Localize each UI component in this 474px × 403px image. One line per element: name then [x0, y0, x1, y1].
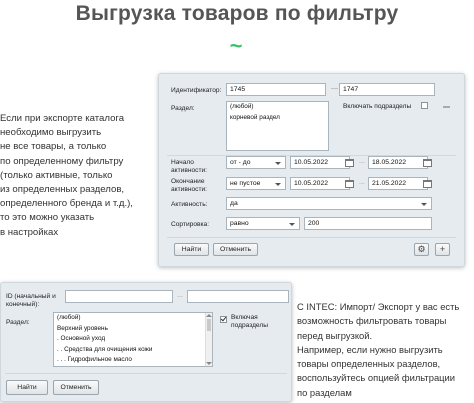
- cancel-button[interactable]: Отменить: [53, 380, 99, 395]
- include-subsections-label: Включая подразделы: [231, 314, 268, 329]
- find-button[interactable]: Найти: [174, 243, 209, 256]
- range-dash: —: [331, 85, 338, 92]
- sort-value-input[interactable]: 200: [304, 217, 432, 230]
- section-option[interactable]: Верхний уровень: [54, 324, 212, 335]
- section-label: Раздел:: [6, 319, 30, 326]
- start-from-input[interactable]: 10.05.2022: [290, 156, 350, 169]
- divider: [5, 373, 287, 374]
- range-dash: ...: [359, 179, 365, 186]
- page-heading: Выгрузка товаров по фильтру: [75, 2, 399, 25]
- right-description: С INTEC: Импорт/ Экспорт у вас есть возм…: [297, 301, 460, 398]
- cancel-button[interactable]: Отменить: [213, 243, 258, 256]
- range-dash: ...: [359, 158, 365, 165]
- sort-operator-select[interactable]: равно: [226, 217, 300, 230]
- listbox-scrollbar[interactable]: [205, 313, 212, 366]
- filter-panel: Идентификатор: 1745 — 1747 Раздел: (любо…: [158, 73, 465, 267]
- id-label: Идентификатор:: [171, 87, 222, 94]
- section-listbox[interactable]: (любой) Верхний уровень . Основной уход …: [53, 312, 213, 367]
- end-from-input[interactable]: 10.05.2022: [290, 177, 350, 190]
- scroll-down-icon[interactable]: [206, 362, 212, 365]
- include-subsections-label: Включать подразделы: [343, 103, 412, 110]
- start-activity-label: Начало активности:: [171, 159, 207, 174]
- find-button[interactable]: Найти: [6, 380, 48, 395]
- active-select[interactable]: да: [226, 197, 432, 210]
- section-option[interactable]: (любой): [227, 102, 328, 113]
- range-dash: ...: [177, 292, 183, 299]
- start-to-input[interactable]: 18.05.2022: [368, 156, 428, 169]
- left-description: Если при экспорте каталога необходимо вы…: [0, 113, 133, 238]
- calendar-icon[interactable]: [345, 159, 354, 167]
- section-option[interactable]: (любой): [54, 313, 212, 324]
- id-range-label: ID (начальный и конечный):: [6, 293, 56, 308]
- active-label: Активность:: [171, 201, 208, 208]
- section-option[interactable]: . Основной уход: [54, 334, 212, 345]
- calendar-icon[interactable]: [423, 159, 432, 167]
- end-operator-select[interactable]: не пустое: [226, 177, 286, 190]
- scroll-thumb[interactable]: [207, 319, 211, 331]
- end-activity-label: Окончание активности:: [171, 178, 207, 193]
- scroll-up-icon[interactable]: [206, 314, 212, 317]
- id-from-input[interactable]: 1745: [226, 83, 326, 96]
- section-option[interactable]: . . . Гидрофильное масло: [54, 355, 212, 366]
- remove-row-icon[interactable]: [443, 106, 450, 108]
- tilde-decoration: ~: [229, 33, 243, 58]
- section-option[interactable]: корневой раздел: [227, 113, 328, 124]
- divider: [167, 237, 456, 238]
- calendar-icon[interactable]: [423, 180, 432, 188]
- plus-icon[interactable]: +: [435, 243, 450, 256]
- sort-label: Сортировка:: [171, 221, 210, 228]
- include-subsections-checkbox[interactable]: [421, 102, 428, 109]
- id-to-input[interactable]: 1747: [339, 83, 435, 96]
- include-subsections-checkbox[interactable]: [220, 316, 227, 323]
- section-label: Раздел:: [171, 105, 195, 112]
- section-option[interactable]: . . Средства для очищения кожи: [54, 345, 212, 356]
- id-start-input[interactable]: [65, 290, 173, 303]
- section-filter-panel: ID (начальный и конечный): ... Раздел: (…: [0, 282, 292, 402]
- start-operator-select[interactable]: от - до: [226, 156, 286, 169]
- calendar-icon[interactable]: [345, 180, 354, 188]
- gear-icon[interactable]: ⚙: [414, 243, 429, 256]
- end-to-input[interactable]: 21.05.2022: [368, 177, 428, 190]
- id-end-input[interactable]: [187, 290, 289, 303]
- section-listbox[interactable]: (любой) корневой раздел: [226, 101, 329, 151]
